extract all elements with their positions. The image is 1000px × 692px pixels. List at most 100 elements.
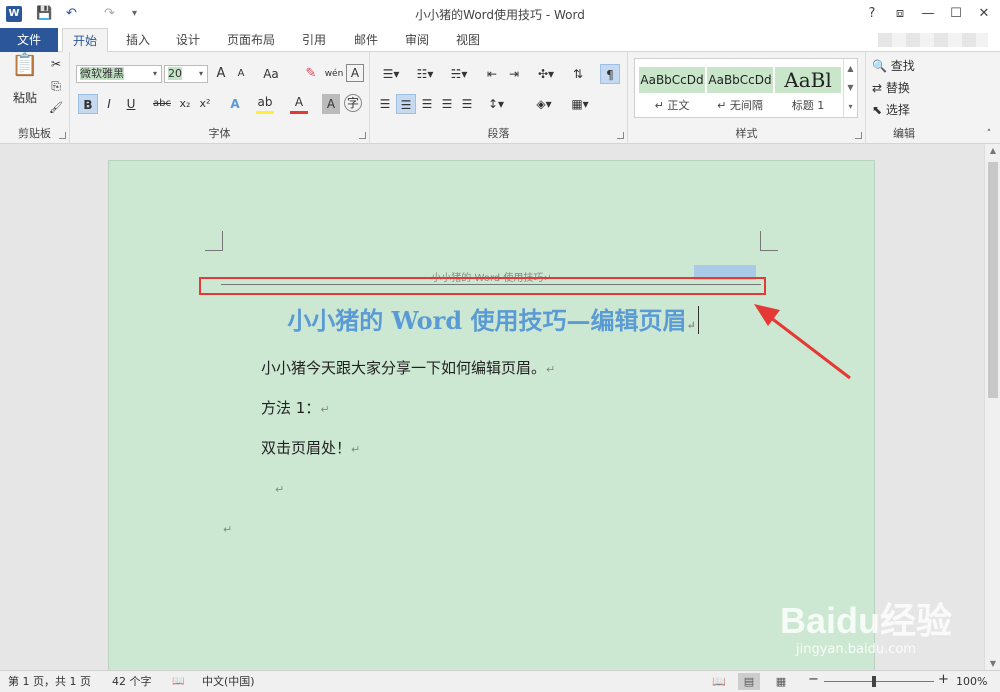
font-color-icon[interactable]: A xyxy=(290,94,308,114)
zoom-slider-thumb[interactable] xyxy=(872,676,876,687)
underline-button[interactable]: U xyxy=(122,94,140,114)
close-button[interactable]: ✕ xyxy=(974,4,994,24)
paragraph-1[interactable]: 小小猪今天跟大家分享一下如何编辑页眉。↵ xyxy=(261,357,555,378)
tab-references[interactable]: 引用 xyxy=(292,28,336,52)
document-page[interactable]: 小小猪的 Word 使用技巧↵ 小小猪的 Word 使用技巧—编辑页眉↵ 小小猪… xyxy=(108,160,875,670)
increase-indent-icon[interactable]: ⇥ xyxy=(504,64,524,84)
justify-icon[interactable]: ☰ xyxy=(438,94,456,114)
change-case-button[interactable]: Aa xyxy=(258,64,284,84)
asian-layout-icon[interactable]: ✣▾ xyxy=(532,64,560,84)
ribbon-display-options-button[interactable]: ⧈ xyxy=(890,4,910,24)
sort-icon[interactable]: ⇅ xyxy=(568,64,588,84)
bold-button[interactable]: B xyxy=(78,94,98,114)
proofing-icon[interactable]: 📖 xyxy=(172,674,184,690)
clear-formatting-icon[interactable]: ✎ xyxy=(302,64,320,84)
align-center-icon[interactable]: ☰ xyxy=(396,94,416,114)
read-mode-icon[interactable]: 📖 xyxy=(708,673,730,690)
phonetic-guide-icon[interactable]: wén xyxy=(324,64,344,84)
maximize-button[interactable]: ☐ xyxy=(946,4,966,24)
zoom-slider[interactable] xyxy=(824,681,934,682)
line-spacing-icon[interactable]: ↕▾ xyxy=(482,94,510,114)
font-name-combo[interactable]: 微软雅黑 ▾ xyxy=(76,65,162,83)
format-painter-icon[interactable]: 🖌 xyxy=(46,98,66,118)
print-layout-icon[interactable]: ▤ xyxy=(738,673,760,690)
vertical-scrollbar[interactable]: ▲ ▼ xyxy=(984,144,1000,670)
minimize-button[interactable]: — xyxy=(918,4,938,24)
collapse-ribbon-icon[interactable]: ˄ xyxy=(982,124,996,144)
align-left-icon[interactable]: ☰ xyxy=(376,94,394,114)
paragraph-3[interactable]: 双击页眉处！↵ xyxy=(261,437,360,458)
scroll-up-icon[interactable]: ▲ xyxy=(985,146,1000,155)
find-icon: 🔍 xyxy=(872,59,887,73)
grow-font-button[interactable]: A xyxy=(212,64,230,84)
style-normal[interactable]: AaBbCcDd ↵ 正文 xyxy=(639,61,705,115)
paragraph-mark: ↵ xyxy=(546,363,556,376)
style-no-spacing[interactable]: AaBbCcDd ↵ 无间隔 xyxy=(707,61,773,115)
numbering-icon[interactable]: ☷▾ xyxy=(410,64,440,84)
tab-file[interactable]: 文件 xyxy=(0,28,58,52)
word-count[interactable]: 42 个字 xyxy=(112,674,152,690)
style-heading-1-name: 标题 1 xyxy=(791,99,825,112)
user-account-blurred[interactable] xyxy=(878,33,988,47)
find-button[interactable]: 🔍 查找 xyxy=(872,56,936,76)
enclose-characters-icon[interactable]: 字 xyxy=(344,94,362,112)
text-cursor xyxy=(698,306,699,334)
ribbon-tabs: 文件 开始 插入 设计 页面布局 引用 邮件 审阅 视图 xyxy=(0,28,1000,53)
zoom-level[interactable]: 100% xyxy=(956,674,987,690)
tab-page-layout[interactable]: 页面布局 xyxy=(220,28,282,52)
cut-icon[interactable]: ✂ xyxy=(46,54,66,74)
font-name-value: 微软雅黑 xyxy=(80,67,124,80)
italic-button[interactable]: I xyxy=(100,94,118,114)
select-icon: ⬉ xyxy=(872,103,883,117)
paste-button[interactable]: 粘贴 xyxy=(8,88,42,108)
zoom-out-button[interactable]: − xyxy=(808,672,819,688)
style-normal-sample: AaBbCcDd xyxy=(639,67,705,93)
styles-launcher-icon[interactable] xyxy=(855,132,862,139)
copy-icon[interactable]: ⎘ xyxy=(46,76,66,96)
tab-view[interactable]: 视图 xyxy=(446,28,490,52)
gallery-up-icon[interactable]: ▲ xyxy=(844,59,857,78)
font-size-combo[interactable]: 20 ▾ xyxy=(164,65,208,83)
font-launcher-icon[interactable] xyxy=(359,132,366,139)
gallery-more-icon[interactable]: ▾ xyxy=(844,97,857,116)
tab-home[interactable]: 开始 xyxy=(62,28,108,53)
style-heading-1[interactable]: AaBl 标题 1 xyxy=(775,61,841,115)
page-count[interactable]: 第 1 页，共 1 页 xyxy=(8,674,91,690)
text-effects-icon[interactable]: A xyxy=(226,94,244,114)
strikethrough-button[interactable]: abc xyxy=(150,94,174,114)
help-button[interactable]: ? xyxy=(862,4,882,24)
paragraph-mark: ↵ xyxy=(351,443,361,456)
character-shading-icon[interactable]: A xyxy=(322,94,340,114)
tab-design[interactable]: 设计 xyxy=(166,28,210,52)
replace-button[interactable]: ⇄ 替换 xyxy=(872,78,936,98)
borders-icon[interactable]: ▦▾ xyxy=(566,94,594,114)
decrease-indent-icon[interactable]: ⇤ xyxy=(482,64,502,84)
clipboard-launcher-icon[interactable] xyxy=(59,132,66,139)
shading-icon[interactable]: ◈▾ xyxy=(530,94,558,114)
align-right-icon[interactable]: ☰ xyxy=(418,94,436,114)
paste-icon[interactable]: 📋 xyxy=(8,55,42,86)
subscript-button[interactable]: x₂ xyxy=(176,94,194,114)
tab-review[interactable]: 审阅 xyxy=(395,28,439,52)
tab-insert[interactable]: 插入 xyxy=(116,28,160,52)
web-layout-icon[interactable]: ▦ xyxy=(770,673,792,690)
multilevel-list-icon[interactable]: ☵▾ xyxy=(444,64,474,84)
gallery-down-icon[interactable]: ▼ xyxy=(844,78,857,97)
chevron-down-icon: ▾ xyxy=(198,69,203,78)
scroll-down-icon[interactable]: ▼ xyxy=(985,659,1000,668)
zoom-in-button[interactable]: + xyxy=(938,672,949,688)
paragraph-2[interactable]: 方法 1：↵ xyxy=(261,397,330,418)
superscript-button[interactable]: x² xyxy=(196,94,214,114)
tab-mailings[interactable]: 邮件 xyxy=(344,28,388,52)
styles-gallery-scroll[interactable]: ▲ ▼ ▾ xyxy=(843,59,857,117)
shrink-font-button[interactable]: A xyxy=(232,64,250,84)
language-indicator[interactable]: 中文(中国) xyxy=(202,674,255,690)
highlight-color-icon[interactable]: ab xyxy=(256,94,274,114)
paragraph-launcher-icon[interactable] xyxy=(617,132,624,139)
scroll-thumb[interactable] xyxy=(988,162,998,398)
select-button[interactable]: ⬉ 选择 xyxy=(872,100,936,120)
character-border-icon[interactable]: A xyxy=(346,64,364,82)
show-hide-marks-icon[interactable]: ¶ xyxy=(600,64,620,84)
distributed-icon[interactable]: ☰ xyxy=(458,94,476,114)
bullets-icon[interactable]: ☰▾ xyxy=(376,64,406,84)
